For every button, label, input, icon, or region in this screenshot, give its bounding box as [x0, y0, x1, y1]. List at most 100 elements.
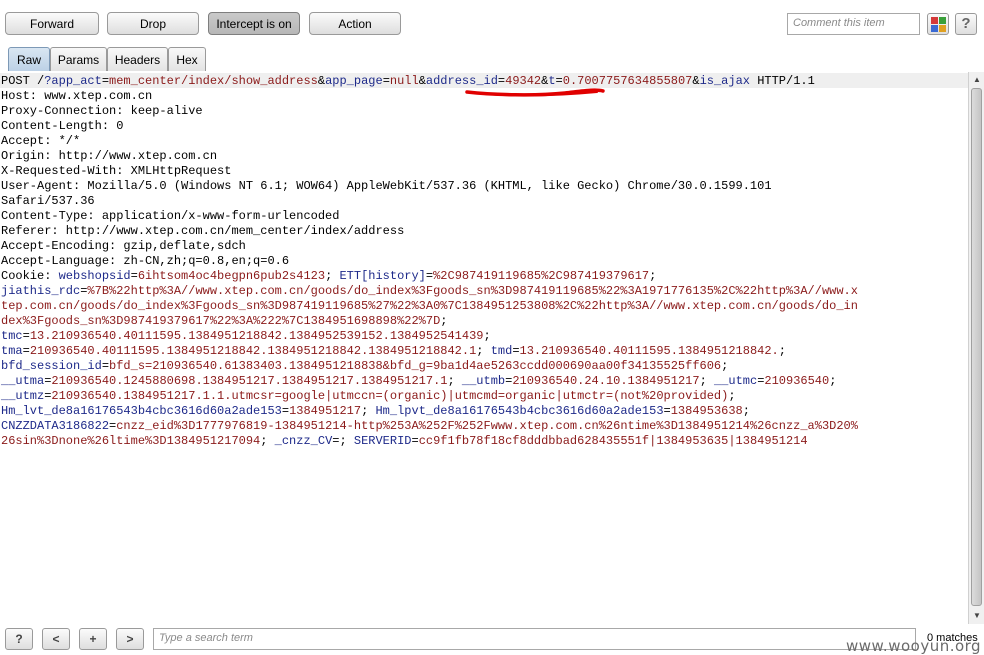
request-text: =	[22, 344, 30, 358]
request-line: User-Agent: Mozilla/5.0 (Windows NT 6.1;…	[1, 179, 772, 193]
search-next-button[interactable]: >	[116, 628, 144, 650]
request-text: =	[382, 74, 390, 88]
request-text: ;	[721, 359, 729, 373]
request-text: Content-Length: 0	[1, 119, 124, 133]
request-text: ;	[699, 374, 714, 388]
param-value: %7B%22http%3A//www.xtep.com.cn/goods/do_…	[87, 284, 858, 298]
request-text: ;	[361, 404, 376, 418]
request-line: Accept-Language: zh-CN,zh;q=0.8,en;q=0.6	[1, 254, 289, 268]
search-prev-button[interactable]: <	[42, 628, 70, 650]
param-name: tmc	[1, 329, 23, 343]
request-line: tma=210936540.40111595.1384951218842.138…	[1, 344, 786, 358]
param-name: tmd	[490, 344, 513, 358]
param-name: Hm_lpvt_de8a16176543b4cbc3616d60a2ade153	[375, 404, 664, 418]
vertical-scrollbar[interactable]: ▲ ▼	[968, 72, 984, 624]
request-text: ;	[742, 404, 750, 418]
search-bar: ? < + > Type a search term 0 matches	[0, 624, 984, 655]
request-text: ;	[649, 269, 657, 283]
tab-hex[interactable]: Hex	[168, 47, 206, 71]
request-line: Cookie: webshopsid=6ihtsom4oc4begpn6pub2…	[1, 269, 656, 283]
request-text: =	[425, 269, 434, 283]
param-name: ETT[history]	[339, 269, 426, 283]
request-line: Host: www.xtep.com.cn	[1, 89, 152, 103]
request-line: tmc=13.210936540.40111595.1384951218842.…	[1, 329, 491, 343]
request-text: =	[101, 74, 110, 88]
request-text: =	[555, 74, 563, 88]
param-name: webshopsid	[58, 269, 131, 283]
param-value: 1384951217	[289, 404, 362, 418]
request-line: __utma=210936540.1245880698.1384951217.1…	[1, 374, 836, 388]
param-name: CNZZDATA3186822	[1, 419, 110, 433]
param-value: 6ihtsom4oc4begpn6pub2s4123	[137, 269, 326, 283]
request-editor[interactable]: POST /?app_act=mem_center/index/show_add…	[0, 72, 968, 624]
search-help-button[interactable]: ?	[5, 628, 33, 650]
param-value: 13.210936540.40111595.1384951218842.1384…	[29, 329, 484, 343]
request-text: &	[692, 74, 700, 88]
request-line: dex%3Fgoods_sn%3D987419379617%22%3A%222%…	[1, 314, 447, 328]
request-text: User-Agent: Mozilla/5.0 (Windows NT 6.1;…	[1, 179, 772, 193]
request-text: Proxy-Connection: keep-alive	[1, 104, 203, 118]
param-name: address_id	[425, 74, 498, 88]
watermark-text: www.wooyun.org	[846, 637, 982, 655]
intercept-toggle-button[interactable]: Intercept is on	[208, 12, 300, 35]
request-text: ;	[260, 434, 275, 448]
param-value: %2C987419119685%2C987419379617	[433, 269, 650, 283]
param-name: app_page	[325, 74, 383, 88]
message-tabs: Raw Params Headers Hex	[0, 44, 984, 116]
param-name: __utmb	[461, 374, 506, 388]
raw-request-text[interactable]: POST /?app_act=mem_center/index/show_add…	[1, 74, 858, 449]
request-line: CNZZDATA3186822=cnzz_eid%3D1777976819-13…	[1, 419, 858, 433]
request-text: Content-Type: application/x-www-form-url…	[1, 209, 340, 223]
param-name: t	[548, 74, 556, 88]
scroll-thumb[interactable]	[971, 88, 982, 606]
tab-params[interactable]: Params	[50, 47, 107, 71]
action-button[interactable]: Action	[309, 12, 401, 35]
request-line: X-Requested-With: XMLHttpRequest	[1, 164, 231, 178]
highlight-color-button[interactable]	[927, 13, 949, 35]
request-text: ;	[728, 389, 736, 403]
request-text: HTTP/1.1	[750, 74, 815, 88]
request-text: Host: www.xtep.com.cn	[1, 89, 153, 103]
request-text: ;	[483, 329, 491, 343]
search-add-button[interactable]: +	[79, 628, 107, 650]
request-line: jiathis_rdc=%7B%22http%3A//www.xtep.com.…	[1, 284, 858, 298]
scroll-up-icon[interactable]: ▲	[971, 74, 983, 86]
param-name: is_ajax	[699, 74, 750, 88]
drop-button[interactable]: Drop	[107, 12, 199, 35]
param-name: jiathis_rdc	[1, 284, 81, 298]
scroll-down-icon[interactable]: ▼	[971, 610, 983, 622]
tab-raw[interactable]: Raw	[8, 47, 50, 71]
param-value: 0.7007757634855807	[562, 74, 693, 88]
request-text: ;	[476, 344, 491, 358]
request-text: Accept: */*	[1, 134, 81, 148]
forward-button[interactable]: Forward	[5, 12, 99, 35]
param-name: __utmz	[1, 389, 45, 403]
request-line: POST /?app_act=mem_center/index/show_add…	[1, 74, 815, 88]
param-name: SERVERID	[353, 434, 412, 448]
color-grid-icon	[931, 17, 946, 32]
request-line: Content-Length: 0	[1, 119, 123, 133]
request-line: tep.com.cn/goods/do_index%3Fgoods_sn%3D9…	[1, 299, 858, 313]
request-line: Hm_lvt_de8a16176543b4cbc3616d60a2ade153=…	[1, 404, 750, 418]
param-name: ?app_act	[44, 74, 102, 88]
param-value: 26sin%3Dnone%26ltime%3D1384951217094	[1, 434, 261, 448]
request-text: ;	[325, 269, 340, 283]
search-input[interactable]: Type a search term	[153, 628, 916, 650]
param-name: bfd_session_id	[1, 359, 102, 373]
param-value: cc9f1fb78f18cf8dddbbad628435551f|1384953…	[418, 434, 808, 448]
param-value: 49342	[505, 74, 542, 88]
request-text: Accept-Encoding: gzip,deflate,sdch	[1, 239, 246, 253]
param-name: Hm_lvt_de8a16176543b4cbc3616d60a2ade153	[1, 404, 282, 418]
help-button[interactable]: ?	[955, 13, 977, 35]
request-line: Proxy-Connection: keep-alive	[1, 104, 203, 118]
request-text: =	[130, 269, 138, 283]
param-value: 1384953638	[670, 404, 743, 418]
request-line: 26sin%3Dnone%26ltime%3D1384951217094; _c…	[1, 434, 808, 448]
toolbar: Forward Drop Intercept is on Action Comm…	[0, 0, 984, 44]
request-text: ;	[447, 374, 462, 388]
request-line: Content-Type: application/x-www-form-url…	[1, 209, 339, 223]
request-line: Accept: */*	[1, 134, 80, 148]
comment-input[interactable]: Comment this item	[787, 13, 920, 35]
tab-headers[interactable]: Headers	[107, 47, 168, 71]
param-name: __utmc	[713, 374, 758, 388]
